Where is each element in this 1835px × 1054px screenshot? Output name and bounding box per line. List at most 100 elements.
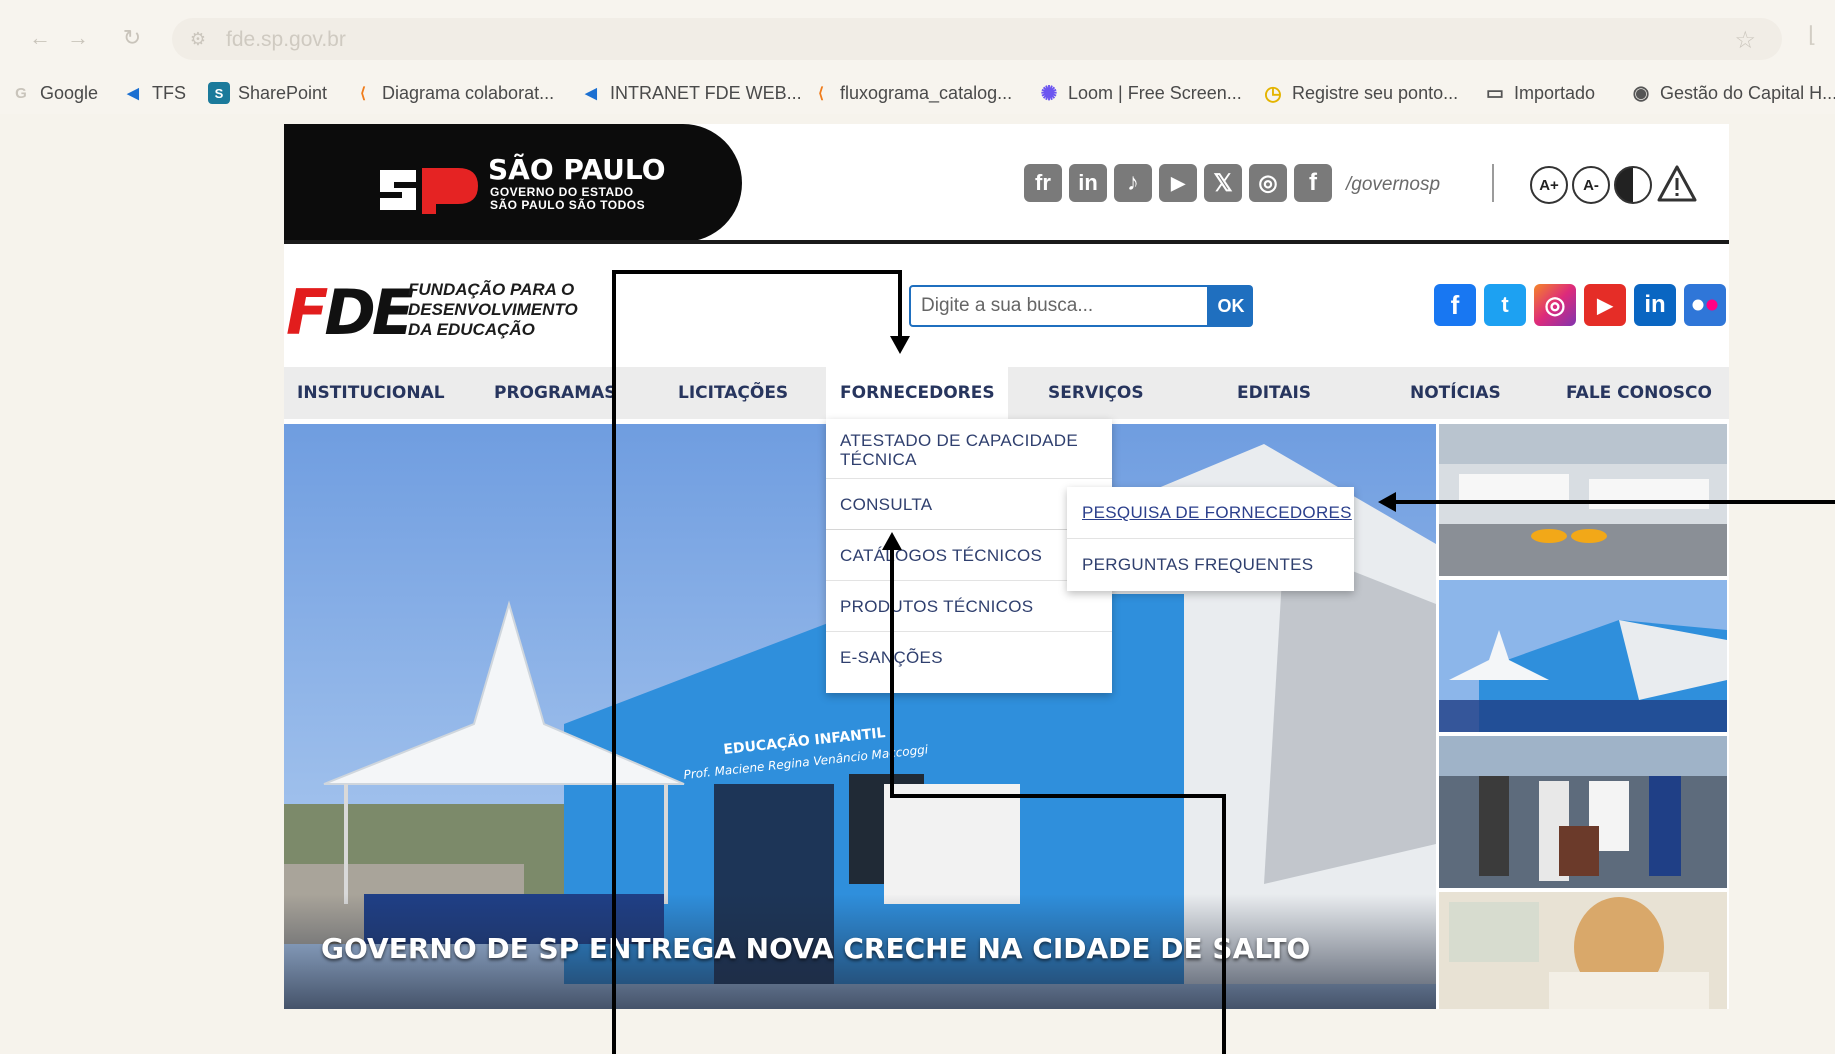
bookmark-label: Importado (1514, 82, 1596, 103)
menu-item-label: ATESTADO DE CAPACIDADE (840, 431, 1079, 450)
consulta-submenu: PESQUISA DE FORNECEDORES PERGUNTAS FREQU… (1067, 487, 1354, 591)
flickr-icon[interactable] (1684, 284, 1726, 326)
bookmark-google[interactable]: G Google (10, 80, 98, 106)
back-icon[interactable]: ← (26, 24, 54, 52)
nav-institucional[interactable]: INSTITUCIONAL (297, 367, 445, 419)
menu-item-esancoes[interactable]: E-SANÇÕES (826, 632, 1112, 683)
clock-icon: ◷ (1264, 82, 1282, 105)
linkedin-icon[interactable]: in (1069, 164, 1107, 202)
font-increase-button[interactable]: A+ (1530, 166, 1568, 204)
menu-item-atestado[interactable]: ATESTADO DE CAPACIDADE TÉCNICA (826, 419, 1112, 479)
sp-logo-banner[interactable]: SÃO PAULO GOVERNO DO ESTADO SÃO PAULO SÃ… (284, 124, 742, 242)
search-ok-button[interactable]: OK (1209, 285, 1253, 327)
bookmark-importado[interactable]: ▭ Importado (1484, 80, 1595, 106)
sharepoint-icon: S (208, 82, 230, 104)
flickr-icon[interactable]: fr (1024, 164, 1062, 202)
instagram-icon[interactable]: ◎ (1534, 284, 1576, 326)
bookmark-label: SharePoint (238, 82, 328, 103)
bookmark-label: Gestão do Capital H... (1660, 82, 1835, 103)
hero-caption[interactable]: GOVERNO DE SP ENTREGA NOVA CRECHE NA CID… (321, 932, 1310, 965)
bookmark-label: Google (40, 82, 99, 103)
submenu-perguntas-frequentes[interactable]: PERGUNTAS FREQUENTES (1067, 539, 1354, 591)
thumbnail-image (1439, 424, 1727, 576)
nav-noticias[interactable]: NOTÍCIAS (1410, 367, 1501, 419)
thumbnail-student[interactable] (1439, 892, 1727, 1009)
submenu-pesquisa-fornecedores[interactable]: PESQUISA DE FORNECEDORES (1067, 487, 1354, 539)
site-settings-icon[interactable]: ⚙ (186, 27, 210, 51)
lucid-icon: ⟨ (818, 85, 824, 102)
gov-subtitle-line: SÃO PAULO SÃO TODOS (490, 198, 646, 212)
url-text[interactable]: fde.sp.gov.br (226, 28, 346, 52)
fde-name-line: DA EDUCAÇÃO (408, 320, 535, 339)
bookmark-label: fluxograma_catalog... (840, 82, 1013, 103)
thumbnail-image (1439, 892, 1727, 1009)
google-icon: G (15, 84, 27, 102)
gov-header: SÃO PAULO GOVERNO DO ESTADO SÃO PAULO SÃ… (284, 124, 1729, 244)
bookmark-label: Diagrama colaborat... (382, 82, 555, 103)
bookmark-label: INTRANET FDE WEB... (610, 82, 802, 103)
loom-icon: ✺ (1040, 82, 1058, 105)
fde-website: SÃO PAULO GOVERNO DO ESTADO SÃO PAULO SÃ… (284, 124, 1729, 1009)
bookmark-tfs[interactable]: ◀ TFS (122, 80, 186, 106)
nav-fornecedores[interactable]: FORNECEDORES (840, 367, 995, 419)
gov-subtitle: GOVERNO DO ESTADO SÃO PAULO SÃO TODOS (490, 186, 645, 212)
warning-icon[interactable] (1656, 164, 1698, 204)
sp-logo-icon (380, 168, 478, 214)
menu-item-label: TÉCNICA (840, 450, 917, 469)
search-field[interactable] (909, 285, 1209, 327)
thumbnail-event[interactable] (1439, 736, 1727, 888)
tiktok-icon[interactable]: ♪ (1114, 164, 1152, 202)
azure-devops-icon: ◀ (127, 85, 139, 102)
bookmark-registre[interactable]: ◷ Registre seu ponto... (1262, 80, 1458, 106)
gov-header-rule (284, 240, 1729, 244)
twitter-icon[interactable]: t (1484, 284, 1526, 326)
bookmark-loom[interactable]: ✺ Loom | Free Screen... (1038, 80, 1242, 106)
bookmark-label: TFS (152, 82, 186, 103)
bookmark-fluxograma[interactable]: ⟨ fluxograma_catalog... (810, 80, 1012, 106)
nav-fale-conosco[interactable]: FALE CONOSCO (1566, 367, 1712, 419)
header-divider (1492, 164, 1494, 202)
nav-editais[interactable]: EDITAIS (1237, 367, 1311, 419)
bookmark-label: Loom | Free Screen... (1068, 82, 1242, 103)
browser-toolbar: ← → ↻ ⚙ fde.sp.gov.br ☆ ⌊ (0, 0, 1835, 72)
thumbnail-creche[interactable] (1439, 580, 1727, 732)
reload-icon[interactable]: ↻ (118, 24, 146, 52)
nav-licitacoes[interactable]: LICITAÇÕES (678, 367, 788, 419)
search-input[interactable] (911, 287, 1207, 325)
linkedin-icon[interactable]: in (1634, 284, 1676, 326)
thumbnail-image (1439, 580, 1727, 732)
fde-logo[interactable]: FDE FUNDAÇÃO PARA O DESENVOLVIMENTO DA E… (286, 276, 586, 349)
fde-logo-mark: FDE (286, 276, 414, 349)
facebook-icon[interactable]: f (1434, 284, 1476, 326)
fde-name-line: FUNDAÇÃO PARA O (408, 280, 575, 299)
instagram-icon[interactable]: ◎ (1249, 164, 1287, 202)
youtube-icon[interactable]: ▶ (1584, 284, 1626, 326)
flickr-dots (1692, 299, 1718, 311)
bookmarks-bar: G Google ◀ TFS S SharePoint ⟨ Diagrama c… (0, 72, 1835, 114)
youtube-icon[interactable]: ▶ (1159, 164, 1197, 202)
thumbnail-classroom[interactable] (1439, 424, 1727, 576)
address-bar[interactable]: ⚙ fde.sp.gov.br ☆ (172, 18, 1782, 60)
social-handle: /governosp (1346, 174, 1441, 195)
bookmark-star-icon[interactable]: ☆ (1734, 26, 1756, 55)
bookmark-sharepoint[interactable]: S SharePoint (208, 80, 327, 106)
nav-servicos[interactable]: SERVIÇOS (1048, 367, 1144, 419)
azure-devops-icon: ◀ (585, 85, 597, 102)
x-icon[interactable]: 𝕏 (1204, 164, 1242, 202)
fde-logo-text: FUNDAÇÃO PARA O DESENVOLVIMENTO DA EDUCA… (408, 280, 578, 340)
lucid-icon: ⟨ (360, 85, 366, 102)
bookmark-intranet[interactable]: ◀ INTRANET FDE WEB... (580, 80, 802, 106)
facebook-icon[interactable]: f (1294, 164, 1332, 202)
bookmark-gestao[interactable]: ◉ Gestão do Capital H... (1630, 80, 1835, 106)
bookmark-diagrama[interactable]: ⟨ Diagrama colaborat... (352, 80, 554, 106)
side-panel-icon[interactable]: ⌊ (1808, 22, 1817, 48)
font-decrease-button[interactable]: A- (1572, 166, 1610, 204)
contrast-icon[interactable] (1614, 166, 1652, 204)
globe-icon: ◉ (1632, 82, 1650, 104)
thumbnail-image (1439, 736, 1727, 888)
bookmark-label: Registre seu ponto... (1292, 82, 1459, 103)
forward-icon[interactable]: → (64, 24, 92, 52)
nav-programas[interactable]: PROGRAMAS (494, 367, 617, 419)
gov-title: SÃO PAULO (488, 153, 666, 186)
fde-name-line: DESENVOLVIMENTO (408, 300, 578, 319)
